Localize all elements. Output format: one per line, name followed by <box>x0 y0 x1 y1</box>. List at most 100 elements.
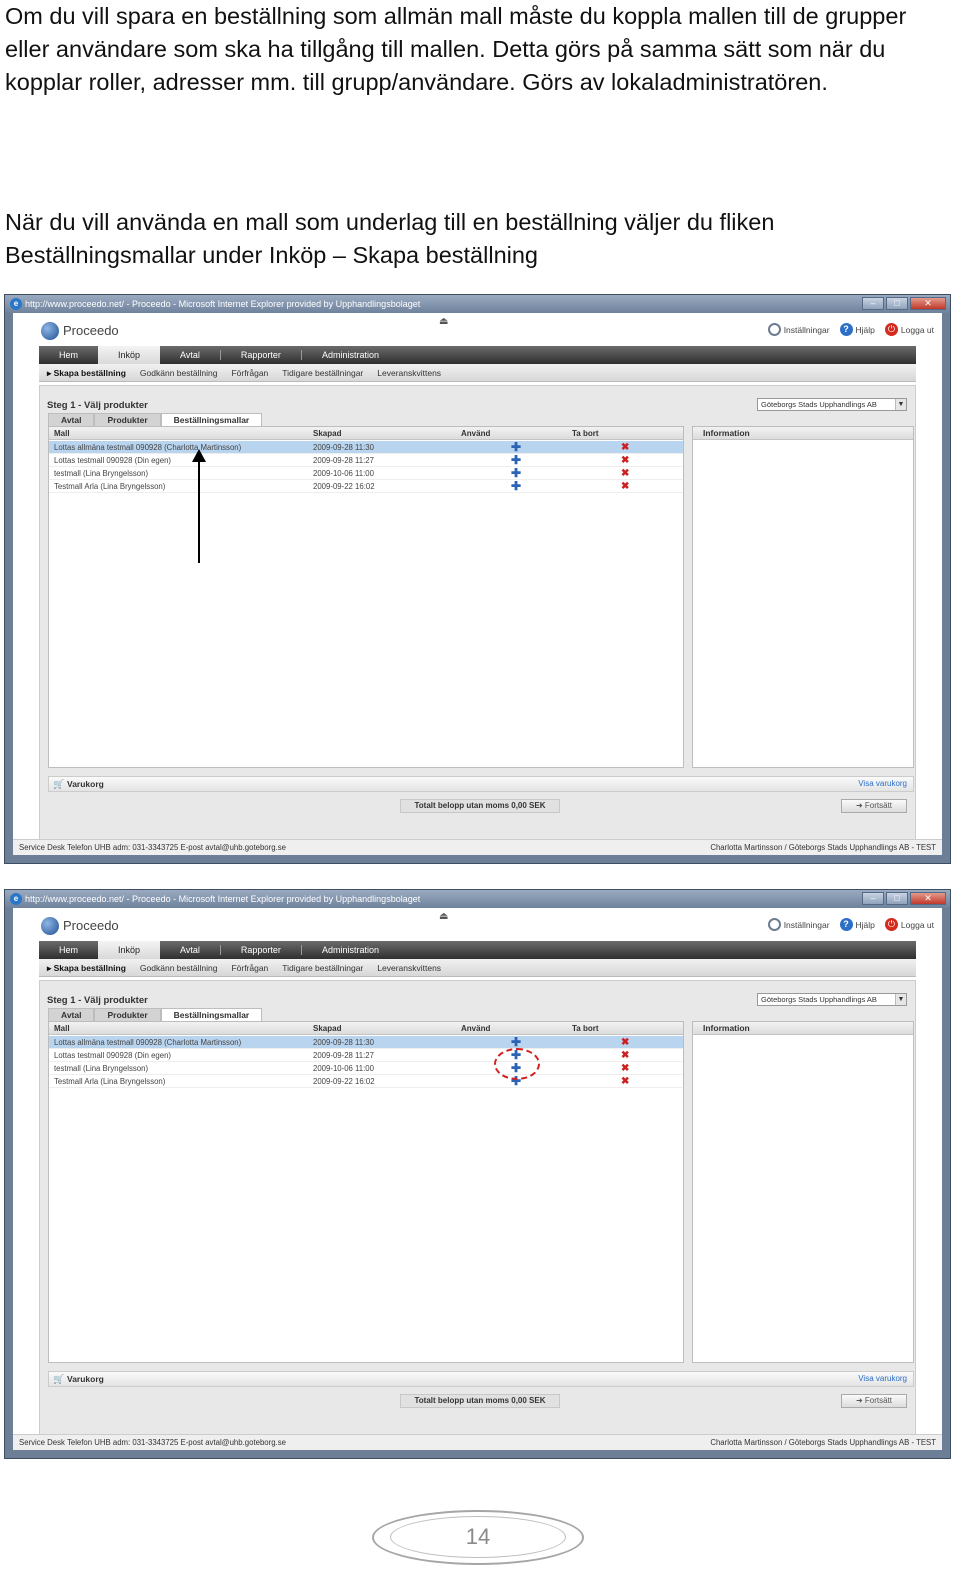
table-row[interactable]: Testmall Arla (Lina Bryngelsson) 2009-09-… <box>49 480 683 493</box>
main-panel: Steg 1 - Välj produkter Göteborgs Stads … <box>39 980 916 1450</box>
brand-name: Proceedo <box>63 918 119 933</box>
col-tabort[interactable]: Ta bort <box>572 1022 599 1035</box>
nav-tab-hem[interactable]: Hem <box>39 346 98 364</box>
nav-tab-rapporter[interactable]: Rapporter <box>221 941 301 959</box>
cross-icon[interactable]: ✖ <box>621 454 629 467</box>
nav-tab-avtal[interactable]: Avtal <box>160 346 220 364</box>
maximize-button[interactable]: □ <box>886 297 908 310</box>
organization-select[interactable]: Göteborgs Stads Upphandlings AB ▼ <box>757 398 907 411</box>
template-created: 2009-09-22 16:02 <box>313 482 375 491</box>
minimize-button[interactable]: – <box>862 892 884 905</box>
subnav-tidigare-bestallningar[interactable]: Tidigare beställningar <box>282 364 363 381</box>
instruction-paragraph: När du vill använda en mall som underlag… <box>5 209 775 268</box>
col-anvand[interactable]: Använd <box>461 427 490 440</box>
cross-icon[interactable]: ✖ <box>621 1036 629 1049</box>
tab-bestallningsmallar[interactable]: Beställningsmallar <box>160 413 263 426</box>
tab-avtal[interactable]: Avtal <box>48 413 95 426</box>
collapse-icon[interactable]: ⏏ <box>439 911 448 922</box>
collapse-icon[interactable]: ⏏ <box>439 316 448 327</box>
total-amount: Totalt belopp utan moms 0,00 SEK <box>400 799 560 813</box>
tab-bestallningsmallar[interactable]: Beställningsmallar <box>160 1008 263 1021</box>
service-desk-info: Service Desk Telefon UHB adm: 031-334372… <box>19 843 286 852</box>
cart-label: Varukorg <box>67 1374 104 1384</box>
subnav-forfragan[interactable]: Förfrågan <box>231 959 268 976</box>
template-name: testmall (Lina Bryngelsson) <box>54 1064 149 1073</box>
col-mall[interactable]: Mall <box>54 1022 70 1035</box>
col-skapad[interactable]: Skapad <box>313 1022 341 1035</box>
chevron-down-icon: ▼ <box>895 994 906 1005</box>
cross-icon[interactable]: ✖ <box>621 441 629 454</box>
template-name: Lottas testmall 090928 (Din egen) <box>54 456 172 465</box>
main-panel: Steg 1 - Välj produkter Göteborgs Stads … <box>39 385 916 855</box>
current-user: Charlotta Martinsson / Göteborgs Stads U… <box>710 1438 936 1447</box>
subnav-godkann-bestallning[interactable]: Godkänn beställning <box>140 959 218 976</box>
intro-paragraph: Om du vill spara en beställning som allm… <box>5 3 907 95</box>
tab-produkter[interactable]: Produkter <box>94 413 161 426</box>
subnav-skapa-bestallning[interactable]: ▸ Skapa beställning <box>47 959 126 976</box>
tab-avtal[interactable]: Avtal <box>48 1008 95 1021</box>
continue-button[interactable]: ➜ Fortsätt <box>841 1394 907 1408</box>
continue-button[interactable]: ➜ Fortsätt <box>841 799 907 813</box>
col-tabort[interactable]: Ta bort <box>572 427 599 440</box>
cross-icon[interactable]: ✖ <box>621 1062 629 1075</box>
table-row[interactable]: testmall (Lina Bryngelsson) 2009-10-06 11… <box>49 1062 683 1075</box>
subnav-leveranskvittens[interactable]: Leveranskvittens <box>377 364 441 381</box>
service-desk-info: Service Desk Telefon UHB adm: 031-334372… <box>19 1438 286 1447</box>
window-title: http://www.proceedo.net/ - Proceedo - Mi… <box>25 894 421 904</box>
arrow-head-annotation <box>192 449 206 462</box>
subnav-tidigare-bestallningar[interactable]: Tidigare beställningar <box>282 959 363 976</box>
minimize-button[interactable]: – <box>862 297 884 310</box>
cross-icon[interactable]: ✖ <box>621 1075 629 1088</box>
gear-icon <box>767 918 781 931</box>
template-name: testmall (Lina Bryngelsson) <box>54 469 149 478</box>
nav-tab-administration[interactable]: Administration <box>302 941 399 959</box>
organization-select[interactable]: Göteborgs Stads Upphandlings AB ▼ <box>757 993 907 1006</box>
cross-icon[interactable]: ✖ <box>621 1049 629 1062</box>
cart-label: Varukorg <box>67 779 104 789</box>
nav-tab-rapporter[interactable]: Rapporter <box>221 346 301 364</box>
nav-tab-hem[interactable]: Hem <box>39 941 98 959</box>
close-button[interactable]: ✕ <box>910 297 946 310</box>
settings-link[interactable]: Inställningar <box>767 323 830 336</box>
subnav-leveranskvittens[interactable]: Leveranskvittens <box>377 959 441 976</box>
cross-icon[interactable]: ✖ <box>621 480 629 493</box>
plus-icon[interactable]: ✚ <box>511 480 521 493</box>
table-row[interactable]: Lottas allmäna testmall 090928 (Charlott… <box>49 441 683 454</box>
col-anvand[interactable]: Använd <box>461 1022 490 1035</box>
close-button[interactable]: ✕ <box>910 892 946 905</box>
subnav-godkann-bestallning[interactable]: Godkänn beställning <box>140 364 218 381</box>
help-link[interactable]: ? Hjälp <box>839 323 875 336</box>
col-mall[interactable]: Mall <box>54 427 70 440</box>
nav-tab-administration[interactable]: Administration <box>302 346 399 364</box>
maximize-button[interactable]: □ <box>886 892 908 905</box>
table-row[interactable]: Lottas testmall 090928 (Din egen) 2009-09… <box>49 454 683 467</box>
template-created: 2009-10-06 11:00 <box>313 469 374 478</box>
table-row[interactable]: Lottas allmäna testmall 090928 (Charlott… <box>49 1036 683 1049</box>
info-panel: Information <box>692 426 914 768</box>
help-link[interactable]: ? Hjälp <box>839 918 875 931</box>
cart-bar: 🛒 Varukorg Visa varukorg <box>48 776 914 792</box>
window-titlebar: e http://www.proceedo.net/ - Proceedo - … <box>5 890 950 908</box>
window-title: http://www.proceedo.net/ - Proceedo - Mi… <box>25 299 421 309</box>
logout-link[interactable]: ⏻ Logga ut <box>884 323 934 336</box>
nav-tab-inkop[interactable]: Inköp <box>98 941 161 959</box>
template-name: Lottas allmäna testmall 090928 (Charlott… <box>54 443 242 452</box>
subnav-skapa-bestallning[interactable]: ▸ Skapa beställning <box>47 364 126 381</box>
window-titlebar: e http://www.proceedo.net/ - Proceedo - … <box>5 295 950 313</box>
settings-link[interactable]: Inställningar <box>767 918 830 931</box>
col-skapad[interactable]: Skapad <box>313 427 341 440</box>
table-row[interactable]: testmall (Lina Bryngelsson) 2009-10-06 11… <box>49 467 683 480</box>
cross-icon[interactable]: ✖ <box>621 467 629 480</box>
tab-produkter[interactable]: Produkter <box>94 1008 161 1021</box>
nav-tab-avtal[interactable]: Avtal <box>160 941 220 959</box>
view-cart-link[interactable]: Visa varukorg <box>858 777 907 791</box>
table-row[interactable]: Lottas testmall 090928 (Din egen) 2009-09… <box>49 1049 683 1062</box>
proceedo-logo-icon <box>41 322 59 340</box>
view-cart-link[interactable]: Visa varukorg <box>858 1372 907 1386</box>
subnav-forfragan[interactable]: Förfrågan <box>231 364 268 381</box>
table-row[interactable]: Testmall Arla (Lina Bryngelsson) 2009-09-… <box>49 1075 683 1088</box>
arrow-annotation <box>198 459 200 563</box>
nav-tab-inkop[interactable]: Inköp <box>98 346 161 364</box>
logout-link[interactable]: ⏻ Logga ut <box>884 918 934 931</box>
main-nav: Hem Inköp Avtal Rapporter Administration <box>39 346 916 364</box>
